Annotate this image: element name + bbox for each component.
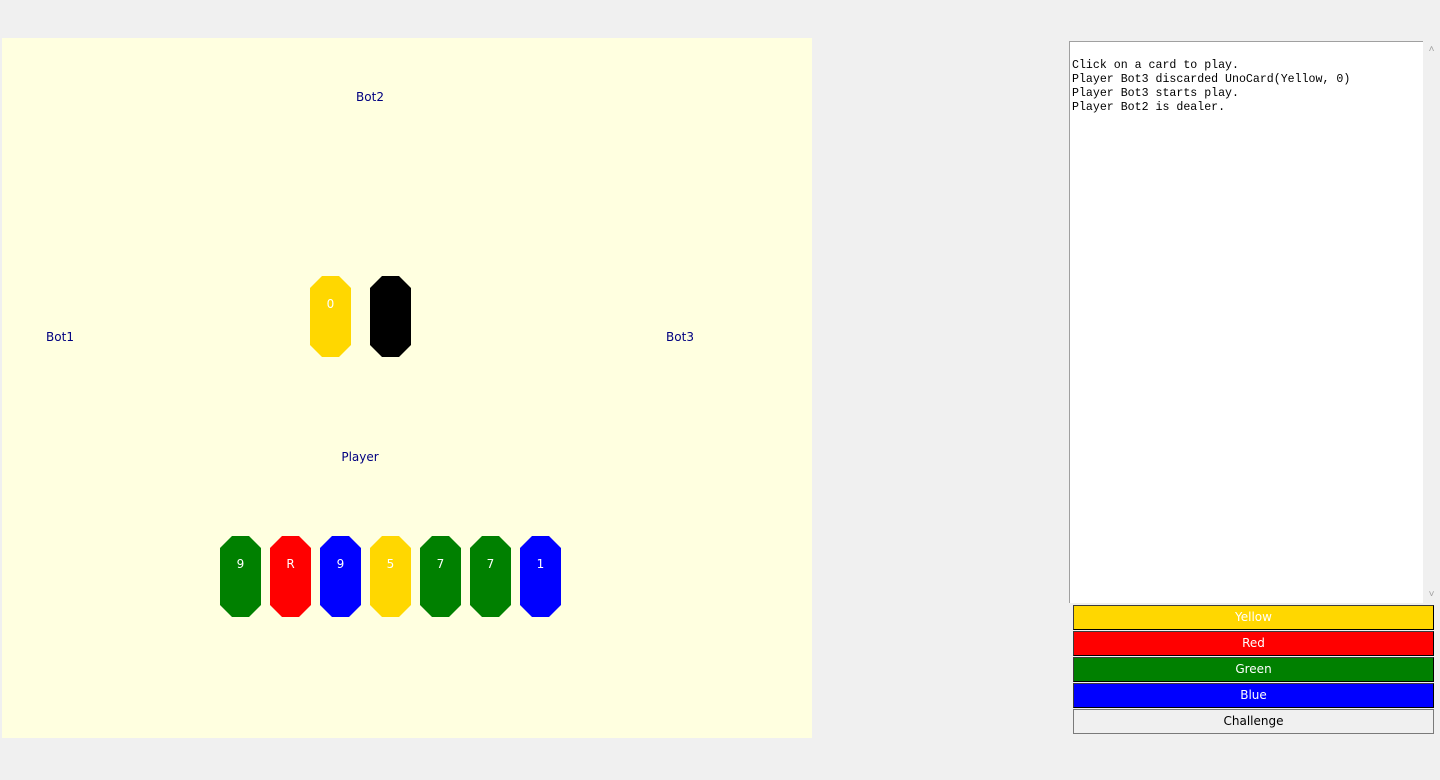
draw-pile-card[interactable] [370,276,411,357]
player-label-right: Bot3 [666,330,694,344]
hand-card[interactable]: 1 [520,536,561,617]
game-table: Bot2 Bot1 Bot3 Player 0 9R95771 [2,38,812,738]
green-button[interactable]: Green [1073,657,1434,682]
log-line: Player Bot3 starts play. [1072,87,1239,100]
game-log[interactable]: Click on a card to play. Player Bot3 dis… [1069,41,1423,603]
hand-card[interactable]: 9 [320,536,361,617]
hand-card[interactable]: 5 [370,536,411,617]
challenge-button[interactable]: Challenge [1073,709,1434,734]
log-line: Player Bot3 discarded UnoCard(Yellow, 0) [1072,73,1351,86]
player-label-bottom: Player [341,450,379,464]
log-line: Player Bot2 is dealer. [1072,101,1226,114]
player-label-left: Bot1 [46,330,74,344]
hand-card[interactable]: 7 [470,536,511,617]
chevron-down-icon[interactable]: ˅ [1423,586,1440,603]
yellow-button[interactable]: Yellow [1073,605,1434,630]
red-button[interactable]: Red [1073,631,1434,656]
discard-pile-card: 0 [310,276,351,357]
chevron-up-icon[interactable]: ˄ [1423,41,1440,58]
hand-card[interactable]: 7 [420,536,461,617]
hand-card[interactable]: 9 [220,536,261,617]
log-scrollbar[interactable]: ˄ ˅ [1423,41,1440,603]
blue-button[interactable]: Blue [1073,683,1434,708]
log-line: Click on a card to play. [1072,59,1239,72]
player-label-top: Bot2 [356,90,384,104]
hand-card[interactable]: R [270,536,311,617]
